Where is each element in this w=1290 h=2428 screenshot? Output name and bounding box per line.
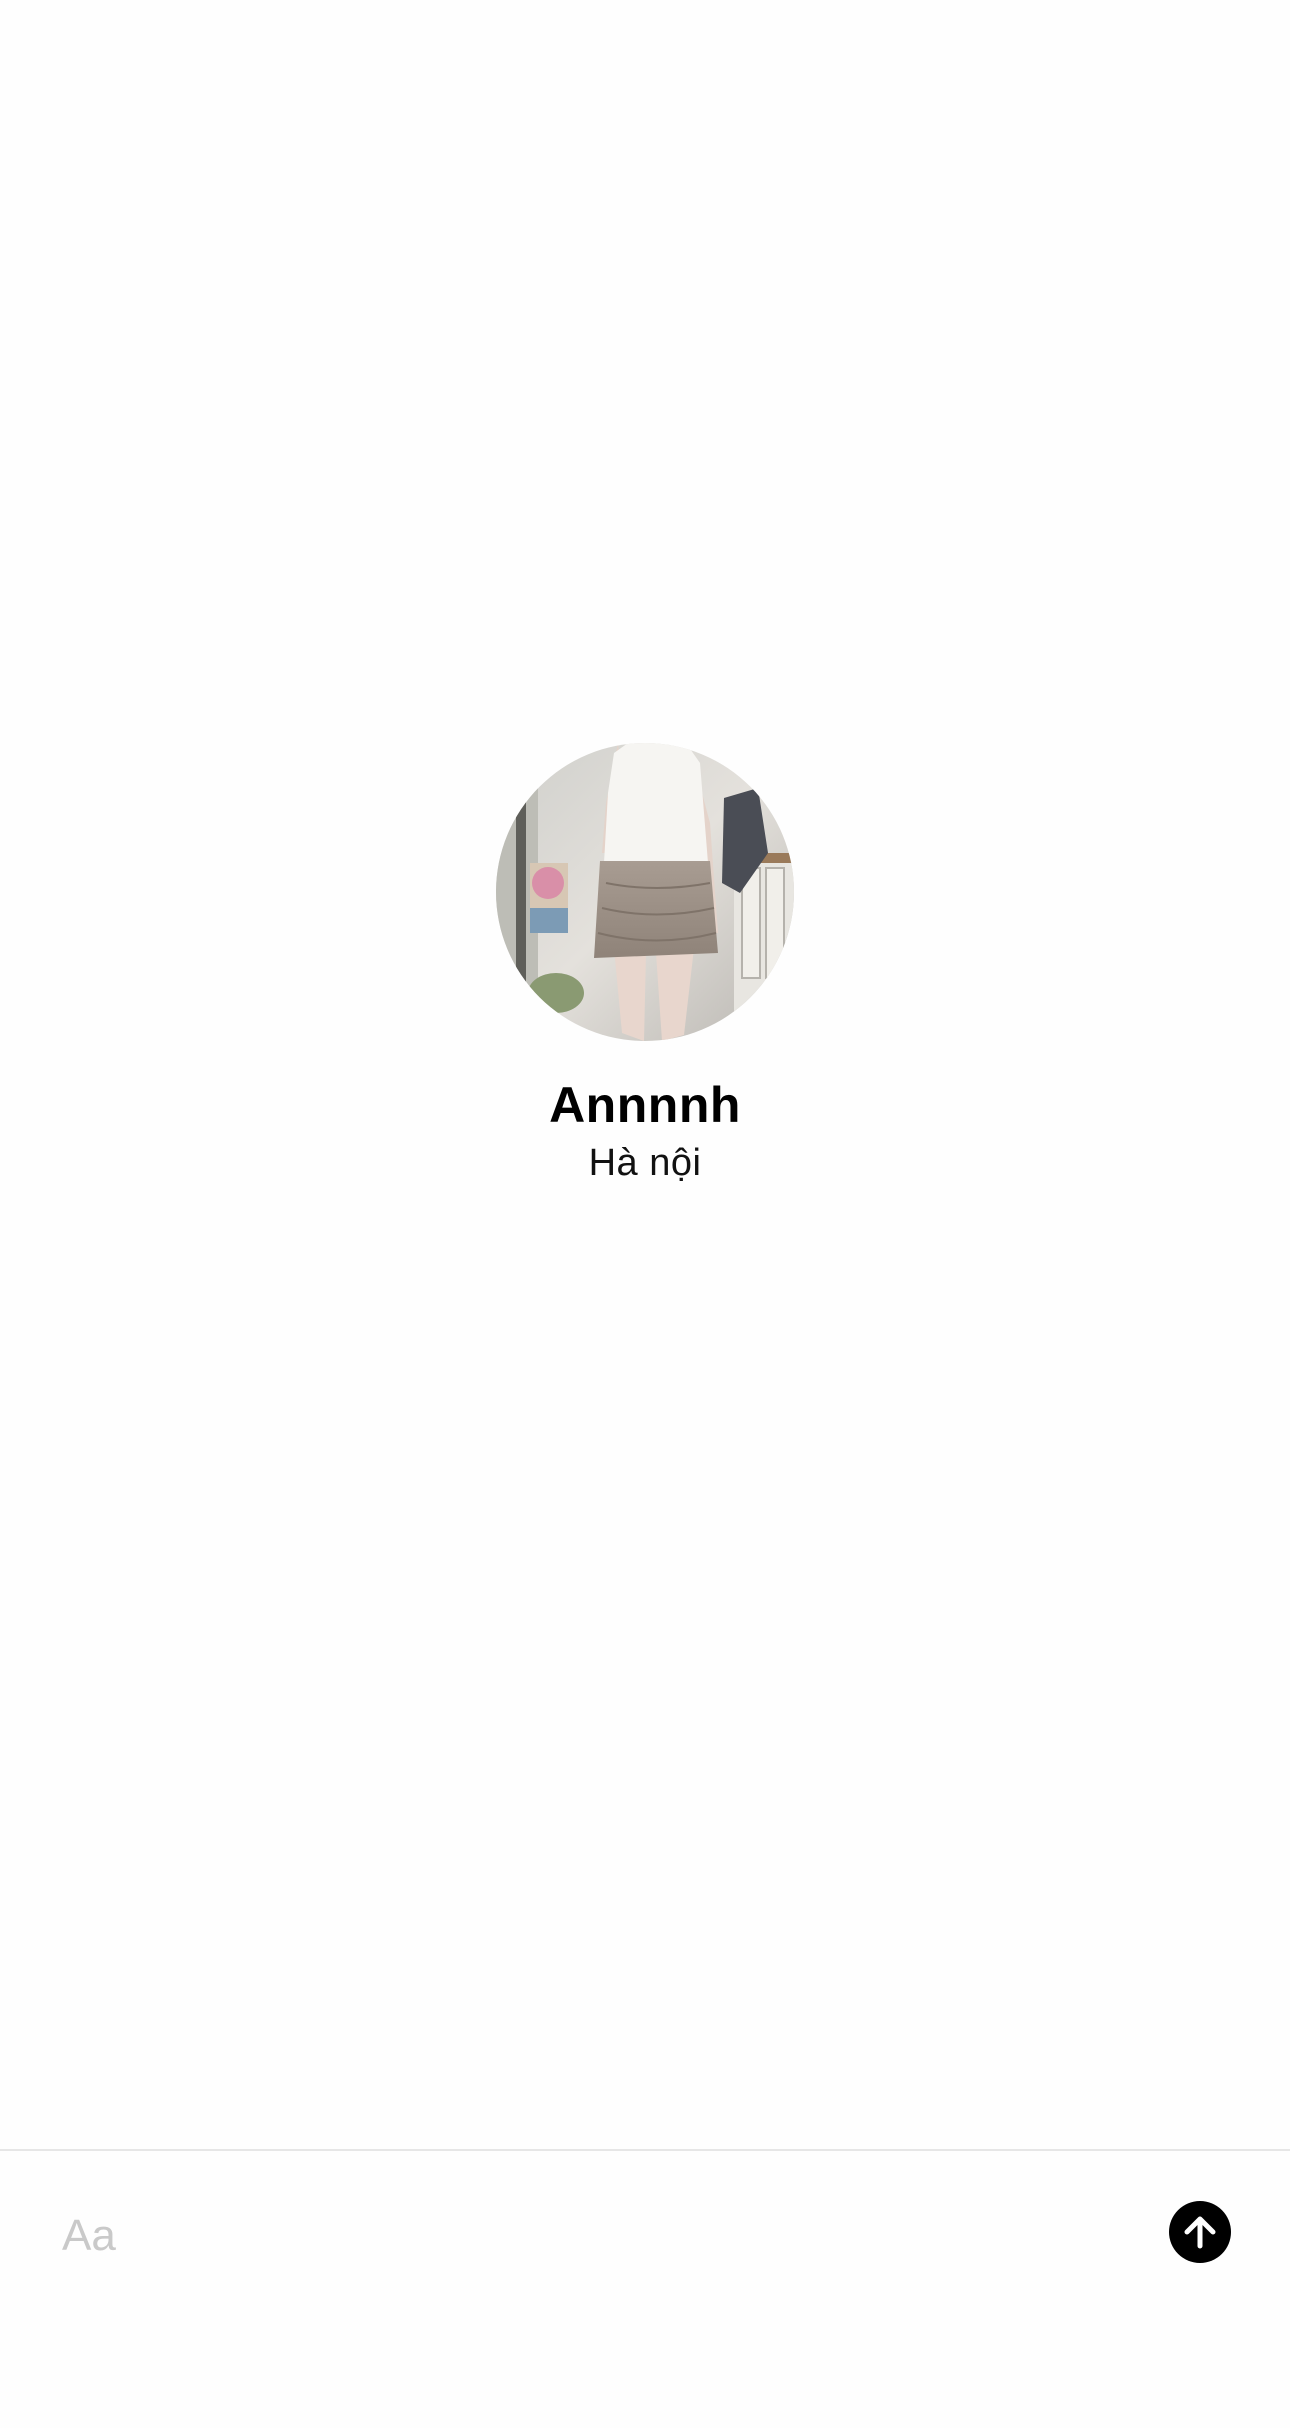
profile-location: Hà nội <box>588 1141 702 1184</box>
avatar[interactable] <box>496 743 794 1041</box>
message-composer <box>0 2149 1290 2428</box>
profile-header: Annnnh Hà nội <box>0 743 1290 1185</box>
arrow-up-icon <box>1184 2216 1216 2249</box>
avatar-photo <box>496 743 794 1041</box>
chat-screen: Annnnh Hà nội <box>0 0 1290 2428</box>
message-input[interactable] <box>62 2201 1122 2271</box>
profile-name: Annnnh <box>549 1077 741 1133</box>
send-button[interactable] <box>1169 2201 1231 2263</box>
